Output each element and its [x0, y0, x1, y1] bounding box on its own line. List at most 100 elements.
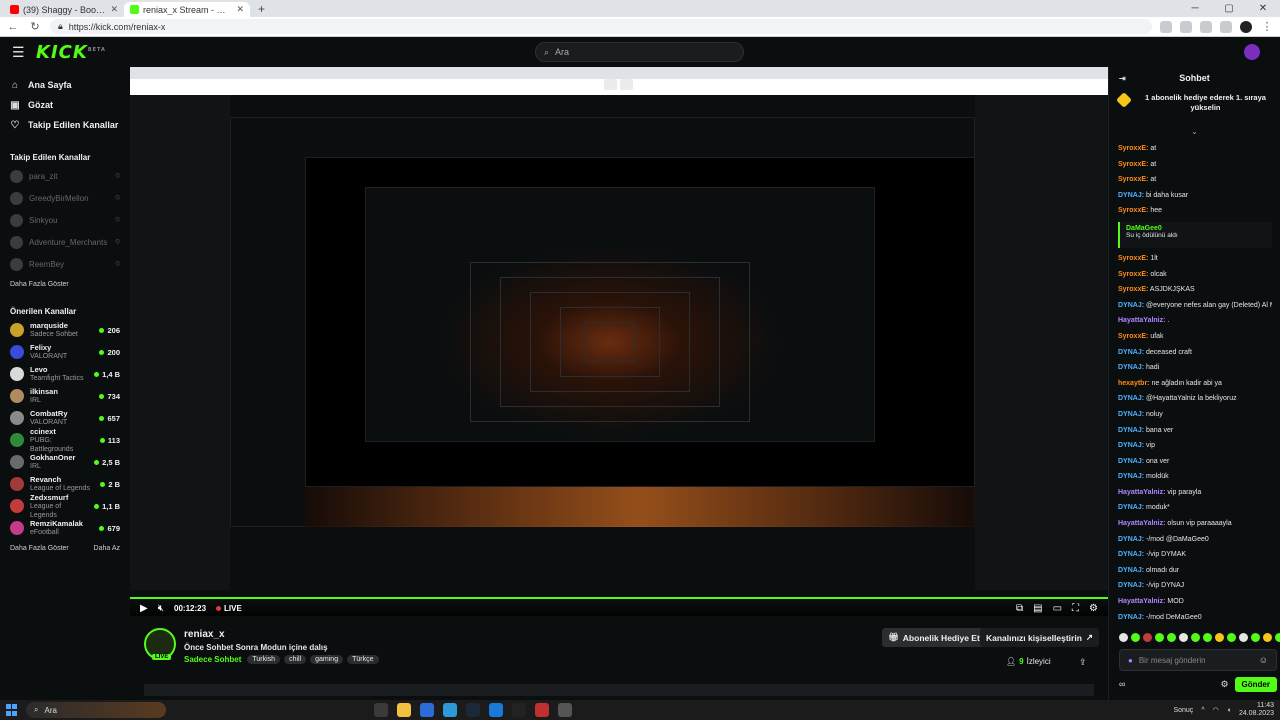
chat-username[interactable]: HayattaYalniz: — [1118, 598, 1165, 605]
emote-icon[interactable] — [1203, 633, 1212, 642]
stream-tag[interactable]: Turkish — [247, 655, 281, 664]
chat-username[interactable]: DYNAJ: — [1118, 582, 1144, 589]
emote-icon[interactable] — [1167, 633, 1176, 642]
emote-icon[interactable] — [1215, 633, 1224, 642]
chat-message-input[interactable]: ● Bir mesaj gönderin ☺ — [1119, 649, 1277, 671]
reward-user[interactable]: DaMaGee0 — [1126, 225, 1266, 232]
back-icon[interactable]: ← — [6, 21, 20, 33]
chat-username[interactable]: HayattaYalniz: — [1118, 317, 1165, 324]
chat-username[interactable]: DYNAJ: — [1118, 442, 1144, 449]
chat-username[interactable]: HayattaYalniz: — [1118, 520, 1165, 527]
emote-icon[interactable] — [1227, 633, 1236, 642]
points-icon[interactable]: ∞ — [1119, 679, 1125, 689]
clock[interactable]: 11:43 24.08.2023 — [1239, 702, 1274, 718]
settings-gear-icon[interactable]: ⚙ — [1089, 603, 1098, 614]
recommended-channel[interactable]: ccinext PUBG: Battlegrounds 113 — [10, 427, 120, 453]
recommended-channel[interactable]: marquside Sadece Sohbet 206 — [10, 319, 120, 341]
extension-icon[interactable] — [1160, 20, 1172, 33]
sidebar-item-browse[interactable]: ▣ Gözat — [10, 95, 120, 115]
emote-icon[interactable] — [1263, 633, 1272, 642]
emote-icon[interactable] — [1143, 633, 1152, 642]
followed-channel[interactable]: Adventure_Merchants ⦸ — [10, 231, 120, 253]
video-player[interactable]: ▶ 🔇︎ 00:12:23 LIVE ⧉ ▤ ▭ ⛶ ⚙ — [130, 67, 1108, 616]
followed-channel[interactable]: ReemBey ⦸ — [10, 253, 120, 275]
windows-start-icon[interactable] — [6, 704, 18, 716]
emote-icon[interactable] — [1179, 633, 1188, 642]
network-icon[interactable]: ◠ — [1213, 706, 1219, 714]
pip-icon[interactable] — [620, 79, 633, 90]
chevron-down-icon[interactable]: ⌄ — [1109, 127, 1280, 137]
stream-tag[interactable]: gaming — [310, 655, 344, 664]
recommended-channel[interactable]: RemziKamalak eFootball 679 — [10, 517, 120, 539]
share-icon[interactable]: ⇪ — [1079, 657, 1087, 668]
chat-username[interactable]: DYNAJ: — [1118, 614, 1144, 621]
gift-subscription-button[interactable]: 🎁︎ Abonelik Hediye Et — [882, 628, 986, 647]
close-tab-icon[interactable]: ✕ — [236, 4, 244, 15]
stream-tag[interactable]: chill — [284, 655, 307, 664]
user-avatar[interactable] — [1244, 44, 1260, 60]
kick-logo[interactable]: KICKBETA — [36, 42, 106, 63]
chat-username[interactable]: DYNAJ: — [1118, 411, 1144, 418]
recommended-channel[interactable]: Zedxsmurf League of Legends 1,1 B — [10, 493, 120, 519]
chat-username[interactable]: DYNAJ: — [1118, 427, 1144, 434]
collapse-chat-icon[interactable]: ⇥ — [1119, 74, 1126, 83]
minimize-button[interactable]: ─ — [1178, 0, 1212, 17]
volume-icon[interactable]: 🔇︎ — [158, 603, 164, 614]
customize-channel-button[interactable]: Kanalınızı kişiselleştirin ↗ — [980, 628, 1100, 647]
app-icon[interactable] — [535, 703, 549, 717]
chat-username[interactable]: DYNAJ: — [1118, 302, 1144, 309]
emote-icon[interactable] — [1191, 633, 1200, 642]
send-button[interactable]: Gönder — [1234, 676, 1277, 692]
emoji-icon[interactable]: ☺ — [1259, 655, 1268, 665]
stream-tag[interactable]: Türkçe — [347, 655, 379, 664]
close-tab-icon[interactable]: ✕ — [110, 4, 118, 15]
emote-icon[interactable] — [1155, 633, 1164, 642]
chat-username[interactable]: DYNAJ: — [1118, 504, 1144, 511]
fullscreen-icon[interactable]: ⛶ — [1072, 603, 1079, 614]
theater-mode-icon[interactable] — [604, 79, 617, 90]
stream-category[interactable]: Sadece Sohbet — [184, 655, 241, 664]
recommended-channel[interactable]: ilkinsan IRL 734 — [10, 385, 120, 407]
channel-name[interactable]: reniax_x — [184, 629, 225, 640]
browser-profile-avatar[interactable] — [1240, 20, 1252, 33]
emote-icon[interactable] — [1119, 633, 1128, 642]
extension-icon[interactable] — [1200, 20, 1212, 33]
maximize-button[interactable]: ▢ — [1212, 0, 1246, 17]
followed-channel[interactable]: GreedyBirMellon ⦸ — [10, 187, 120, 209]
browser-tab-kick[interactable]: reniax_x Stream - Watch Live on Kick ✕ — [124, 2, 250, 17]
close-window-button[interactable]: ✕ — [1246, 0, 1280, 17]
chat-username[interactable]: DYNAJ: — [1118, 395, 1144, 402]
pinned-gift-banner[interactable]: 1 abonelik hediye ederek 1. sıraya yükse… — [1116, 92, 1272, 127]
theater-icon[interactable]: ▭ — [1053, 603, 1062, 614]
chat-username[interactable]: DYNAJ: — [1118, 192, 1144, 199]
recommended-channel[interactable]: Levo Teamfight Tactics 1,4 B — [10, 363, 120, 385]
epic-icon[interactable] — [512, 703, 526, 717]
show-more-link[interactable]: Daha Fazla Göster — [10, 281, 69, 293]
chat-username[interactable]: SyroxxE: — [1118, 161, 1148, 168]
browser-tab-youtube[interactable]: (39) Shaggy - Boombastic | İlegal ✕ — [4, 2, 124, 17]
sidebar-item-following[interactable]: ♡ Takip Edilen Kanallar — [10, 115, 120, 135]
emote-icon[interactable] — [1239, 633, 1248, 642]
chat-username[interactable]: hexaytbr: — [1118, 380, 1150, 387]
chat-username[interactable]: SyroxxE: — [1118, 176, 1148, 183]
chat-username[interactable]: SyroxxE: — [1118, 271, 1148, 278]
file-explorer-icon[interactable] — [397, 703, 411, 717]
chat-username[interactable]: SyroxxE: — [1118, 207, 1148, 214]
play-icon[interactable]: ▶ — [140, 603, 148, 614]
chat-username[interactable]: SyroxxE: — [1118, 255, 1148, 262]
show-less-link[interactable]: Daha Az — [94, 545, 120, 557]
settings-icon[interactable] — [558, 703, 572, 717]
tray-chevron-icon[interactable]: ^ — [1201, 707, 1204, 714]
emote-icon[interactable] — [1275, 633, 1280, 642]
extension-icon[interactable] — [1180, 20, 1192, 33]
chat-username[interactable]: DYNAJ: — [1118, 567, 1144, 574]
emote-icon[interactable] — [1251, 633, 1260, 642]
followed-channel[interactable]: Sinkyou ⦸ — [10, 209, 120, 231]
new-tab-button[interactable]: + — [250, 2, 273, 17]
chat-username[interactable]: DYNAJ: — [1118, 536, 1144, 543]
quality-icon[interactable]: ▤ — [1033, 603, 1042, 614]
speaker-icon[interactable]: ◖ — [1227, 707, 1231, 714]
store-icon[interactable] — [489, 703, 503, 717]
live-progress-bar[interactable] — [130, 597, 1108, 599]
chat-username[interactable]: DYNAJ: — [1118, 473, 1144, 480]
